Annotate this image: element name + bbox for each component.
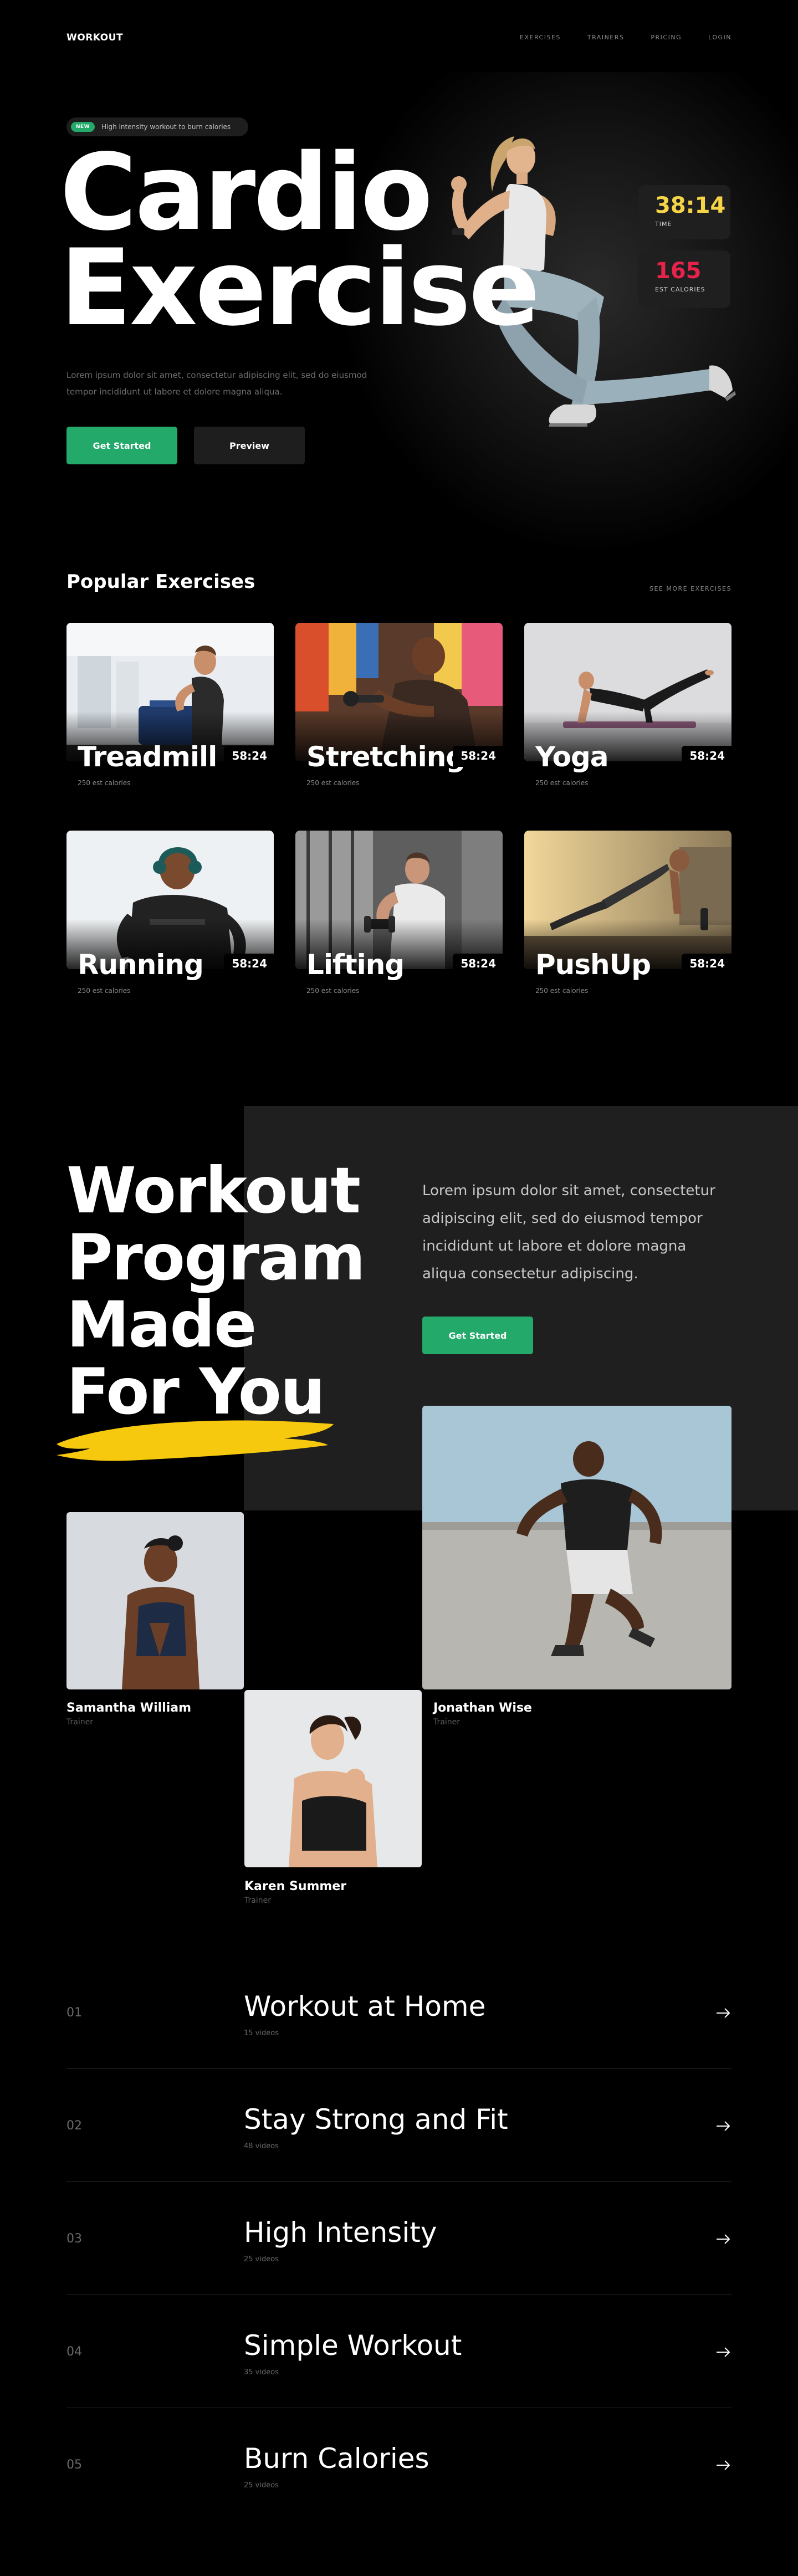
workout-video-count: 35 videos xyxy=(244,2368,279,2377)
time-stat-card: 38:14 TIME xyxy=(638,185,730,239)
arrow-right-icon[interactable] xyxy=(715,2005,732,2021)
nav-link-login[interactable]: LOGIN xyxy=(708,34,732,41)
program-title-line: Workout xyxy=(66,1154,361,1227)
exercise-calories: 250 est calories xyxy=(306,779,360,787)
new-badge: NEW xyxy=(71,122,95,132)
exercise-card-running[interactable]: Running 58:24 250 est calories xyxy=(66,831,274,997)
logo[interactable]: WORKOUT xyxy=(66,32,123,43)
exercise-name: Yoga xyxy=(535,741,608,773)
exercise-time: 58:24 xyxy=(224,746,274,767)
exercise-card-lifting[interactable]: Lifting 58:24 250 est calories xyxy=(295,831,503,997)
arrow-right-icon[interactable] xyxy=(715,2231,732,2247)
arrow-right-icon[interactable] xyxy=(715,2344,732,2360)
trainer-name: Jonathan Wise xyxy=(433,1701,532,1715)
exercise-time: 58:24 xyxy=(453,746,503,767)
program-get-started-button[interactable]: Get Started xyxy=(422,1317,533,1354)
top-nav: WORKOUT EXERCISES TRAINERS PRICING LOGIN xyxy=(0,0,798,78)
exercise-name: Treadmill xyxy=(78,741,217,773)
workout-video-count: 25 videos xyxy=(244,2481,279,2490)
trainer-role: Trainer xyxy=(66,1718,93,1727)
workout-video-count: 25 videos xyxy=(244,2255,279,2263)
program-title-line: Made xyxy=(66,1288,257,1361)
hero-description: Lorem ipsum dolor sit amet, consectetur … xyxy=(66,370,367,397)
workout-row[interactable]: 05 Burn Calories 25 videos xyxy=(66,2408,732,2521)
workout-number: 02 xyxy=(66,2119,82,2133)
hero-title: Cardio Exercise xyxy=(60,140,540,349)
program-title: Workout Program Made For You xyxy=(66,1154,366,1428)
program-description: Lorem ipsum dolor sit amet, consectetur … xyxy=(422,1182,715,1282)
nav-links: EXERCISES TRAINERS PRICING LOGIN xyxy=(520,34,732,41)
exercise-name: Stretching xyxy=(306,741,466,773)
exercise-calories: 250 est calories xyxy=(535,779,589,787)
exercise-time: 58:24 xyxy=(682,954,732,975)
workout-number: 05 xyxy=(66,2458,82,2472)
workout-row[interactable]: 02 Stay Strong and Fit 48 videos xyxy=(66,2069,732,2182)
get-started-button[interactable]: Get Started xyxy=(66,427,177,464)
workout-title: High Intensity xyxy=(244,2216,437,2249)
trainer-role: Trainer xyxy=(433,1718,460,1727)
exercise-calories: 250 est calories xyxy=(306,987,360,995)
exercise-name: PushUp xyxy=(535,949,651,981)
workout-number: 01 xyxy=(66,2006,82,2020)
workout-title: Burn Calories xyxy=(244,2442,429,2475)
workout-row[interactable]: 04 Simple Workout 35 videos xyxy=(66,2295,732,2408)
workout-number: 04 xyxy=(66,2345,82,2359)
arrow-right-icon[interactable] xyxy=(715,2457,732,2473)
exercise-time: 58:24 xyxy=(682,746,732,767)
trainer-role: Trainer xyxy=(244,1896,271,1905)
nav-link-trainers[interactable]: TRAINERS xyxy=(587,34,625,41)
workout-row[interactable]: 01 Workout at Home 15 videos xyxy=(66,1956,732,2069)
exercise-time: 58:24 xyxy=(453,954,503,975)
hero-title-line-2: Exercise xyxy=(60,227,540,349)
calories-stat-value: 165 xyxy=(655,258,702,284)
program-title-line: Program xyxy=(66,1221,366,1294)
trainer-photo-jonathan[interactable] xyxy=(422,1406,732,1689)
badge-text: High intensity workout to burn calories xyxy=(101,123,231,131)
time-stat-value: 38:14 xyxy=(655,193,726,218)
exercise-card-pushup[interactable]: PushUp 58:24 250 est calories xyxy=(524,831,732,997)
exercise-calories: 250 est calories xyxy=(78,779,131,787)
exercise-card-stretching[interactable]: Stretching 58:24 250 est calories xyxy=(295,623,503,789)
trainer-photo-samantha[interactable] xyxy=(66,1512,244,1689)
exercise-card-yoga[interactable]: Yoga 58:24 250 est calories xyxy=(524,623,732,789)
see-more-exercises-link[interactable]: SEE MORE EXERCISES xyxy=(649,585,732,592)
arrow-right-icon[interactable] xyxy=(715,2118,732,2134)
workout-row[interactable]: 03 High Intensity 25 videos xyxy=(66,2182,732,2295)
program-title-line: For You xyxy=(66,1355,325,1428)
workout-number: 03 xyxy=(66,2232,82,2246)
trainer-name: Samantha William xyxy=(66,1701,192,1715)
exercise-name: Running xyxy=(78,949,204,981)
exercise-card-treadmill[interactable]: Treadmill 58:24 250 est calories xyxy=(66,623,274,789)
preview-button[interactable]: Preview xyxy=(194,427,305,464)
trainer-photo-karen[interactable] xyxy=(244,1690,422,1867)
workout-title: Stay Strong and Fit xyxy=(244,2103,508,2135)
workout-title: Workout at Home xyxy=(244,1990,486,2022)
nav-link-pricing[interactable]: PRICING xyxy=(651,34,682,41)
trainer-name: Karen Summer xyxy=(244,1879,347,1893)
exercise-calories: 250 est calories xyxy=(78,987,131,995)
nav-link-exercises[interactable]: EXERCISES xyxy=(520,34,561,41)
exercise-time: 58:24 xyxy=(224,954,274,975)
workout-video-count: 48 videos xyxy=(244,2142,279,2150)
time-stat-label: TIME xyxy=(655,221,672,228)
exercise-name: Lifting xyxy=(306,949,405,981)
workout-title: Simple Workout xyxy=(244,2329,462,2362)
exercise-calories: 250 est calories xyxy=(535,987,589,995)
calories-stat-card: 165 EST CALORIES xyxy=(638,250,730,308)
popular-exercises-title: Popular Exercises xyxy=(66,571,255,593)
calories-stat-label: EST CALORIES xyxy=(655,286,705,293)
workout-video-count: 15 videos xyxy=(244,2029,279,2037)
